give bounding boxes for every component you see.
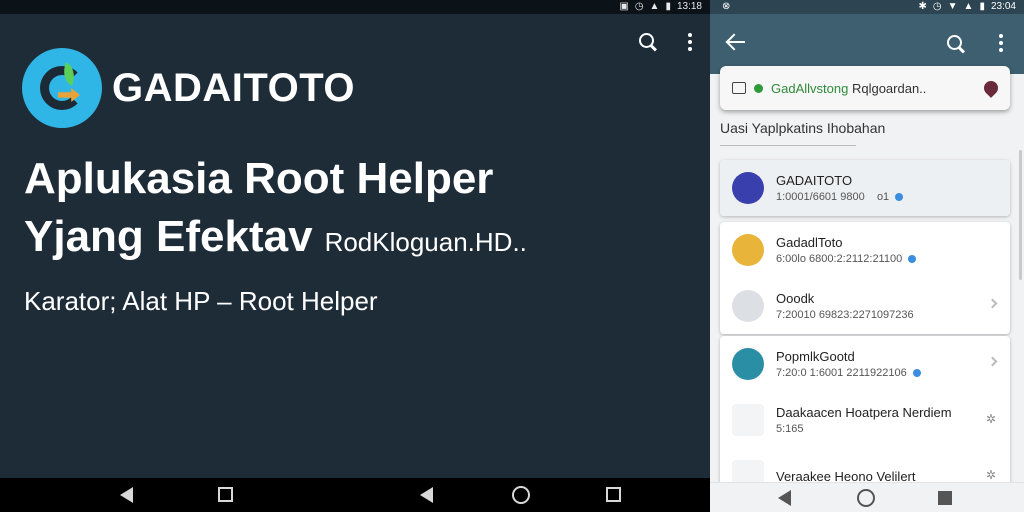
divider [720, 145, 856, 146]
right-panel: ⊗ ✱ ◷ ▼ ▲ ▮ 23:04 GadAllvstong Rqlgoarda… [710, 0, 1024, 512]
back-arrow-icon[interactable] [726, 34, 746, 50]
back-nav-icon-2[interactable] [420, 487, 433, 503]
signal-icon: ▲ [649, 1, 660, 12]
list-item[interactable]: Ooodk 7:20010 69823:2271097236 [720, 278, 1010, 334]
headline-line-2: Yjang Efektav RodKloguan.HD.. [24, 212, 527, 261]
status-bar: ▣ ◷ ▲ ▮ 13:18 [0, 0, 710, 14]
back-nav-icon[interactable] [778, 490, 791, 506]
nfc-icon: ▣ [619, 1, 629, 12]
back-nav-icon[interactable] [120, 487, 133, 503]
search-text-rest: Rqlgoardan.. [851, 80, 927, 96]
status-dot-icon [912, 369, 921, 378]
brand-logo-icon [22, 48, 102, 128]
battery-icon: ▮ [665, 1, 671, 12]
scrollbar[interactable] [1019, 150, 1022, 280]
recents-nav-icon-2[interactable] [606, 487, 621, 502]
brand-name: GADAITOTO [112, 65, 356, 110]
recents-nav-icon[interactable] [938, 491, 952, 505]
tab-icon [732, 82, 746, 94]
search-icon[interactable] [638, 32, 658, 52]
headline-line-1: Aplukasia Root Helper [24, 154, 494, 203]
tagline: Karator; Alat HP – Root Helper [24, 286, 378, 316]
status-time: 23:04 [990, 1, 1016, 12]
recents-nav-icon[interactable] [218, 487, 233, 502]
home-nav-icon[interactable] [512, 486, 530, 504]
search-icon[interactable] [946, 34, 966, 54]
more-options-icon[interactable] [688, 33, 692, 51]
alarm-icon: ◷ [932, 1, 942, 12]
location-pin-icon[interactable] [981, 78, 1001, 98]
app-icon [732, 234, 764, 266]
brand: GADAITOTO [22, 48, 355, 128]
app-bar [710, 14, 1024, 74]
home-nav-icon[interactable] [857, 489, 875, 507]
list-item[interactable]: GADAITOTO 1:0001/6601 9800 o1 [720, 160, 1010, 216]
section-title: Uasi Yaplpkatins Ihobahan [720, 120, 886, 136]
more-options-icon[interactable] [999, 34, 1003, 52]
wifi-icon: ▼ [947, 1, 958, 12]
status-time: 13:18 [676, 1, 702, 12]
list-card-1: GADAITOTO 1:0001/6601 9800 o1 [720, 160, 1010, 216]
signal-icon: ▲ [963, 1, 974, 12]
list-item[interactable]: GadadlToto 6:00lo 6800:2:2112:21100 [720, 222, 1010, 278]
alarm-icon: ◷ [634, 1, 644, 12]
app-icon [732, 404, 764, 436]
status-dot-icon [908, 255, 917, 264]
app-icon [732, 172, 764, 204]
sparkle-icon: ✲ [986, 468, 997, 482]
list-item[interactable]: PopmlkGootd 7:20:0 1:6001 2211922106 [720, 336, 1010, 392]
secure-icon [754, 83, 763, 93]
list-card-3: PopmlkGootd 7:20:0 1:6001 2211922106 Daa… [720, 336, 1010, 504]
headline-subtitle: RodKloguan.HD.. [324, 227, 527, 257]
list-item[interactable]: Daakaacen Hoatpera Nerdiem 5:165 ✲ [720, 392, 1010, 448]
status-dot-icon [895, 193, 904, 202]
nav-bar-right [710, 482, 1024, 512]
nav-bar [0, 478, 710, 512]
app-icon [732, 348, 764, 380]
notification-icon: ⊗ [722, 1, 731, 12]
search-input[interactable]: GadAllvstong Rqlgoardan.. [720, 66, 1010, 110]
status-bar-right: ⊗ ✱ ◷ ▼ ▲ ▮ 23:04 [710, 0, 1024, 14]
headline: Aplukasia Root Helper Yjang Efektav RodKl… [24, 150, 527, 271]
left-panel: ▣ ◷ ▲ ▮ 13:18 GADAITOTO Aplukasia Root H… [0, 0, 710, 512]
app-icon [732, 290, 764, 322]
list-card-2: GadadlToto 6:00lo 6800:2:2112:21100 Oood… [720, 222, 1010, 334]
battery-icon: ▮ [979, 1, 985, 12]
bluetooth-icon: ✱ [918, 1, 927, 12]
sparkle-icon: ✲ [986, 412, 997, 426]
search-text-green: GadAllvstong [771, 80, 849, 96]
